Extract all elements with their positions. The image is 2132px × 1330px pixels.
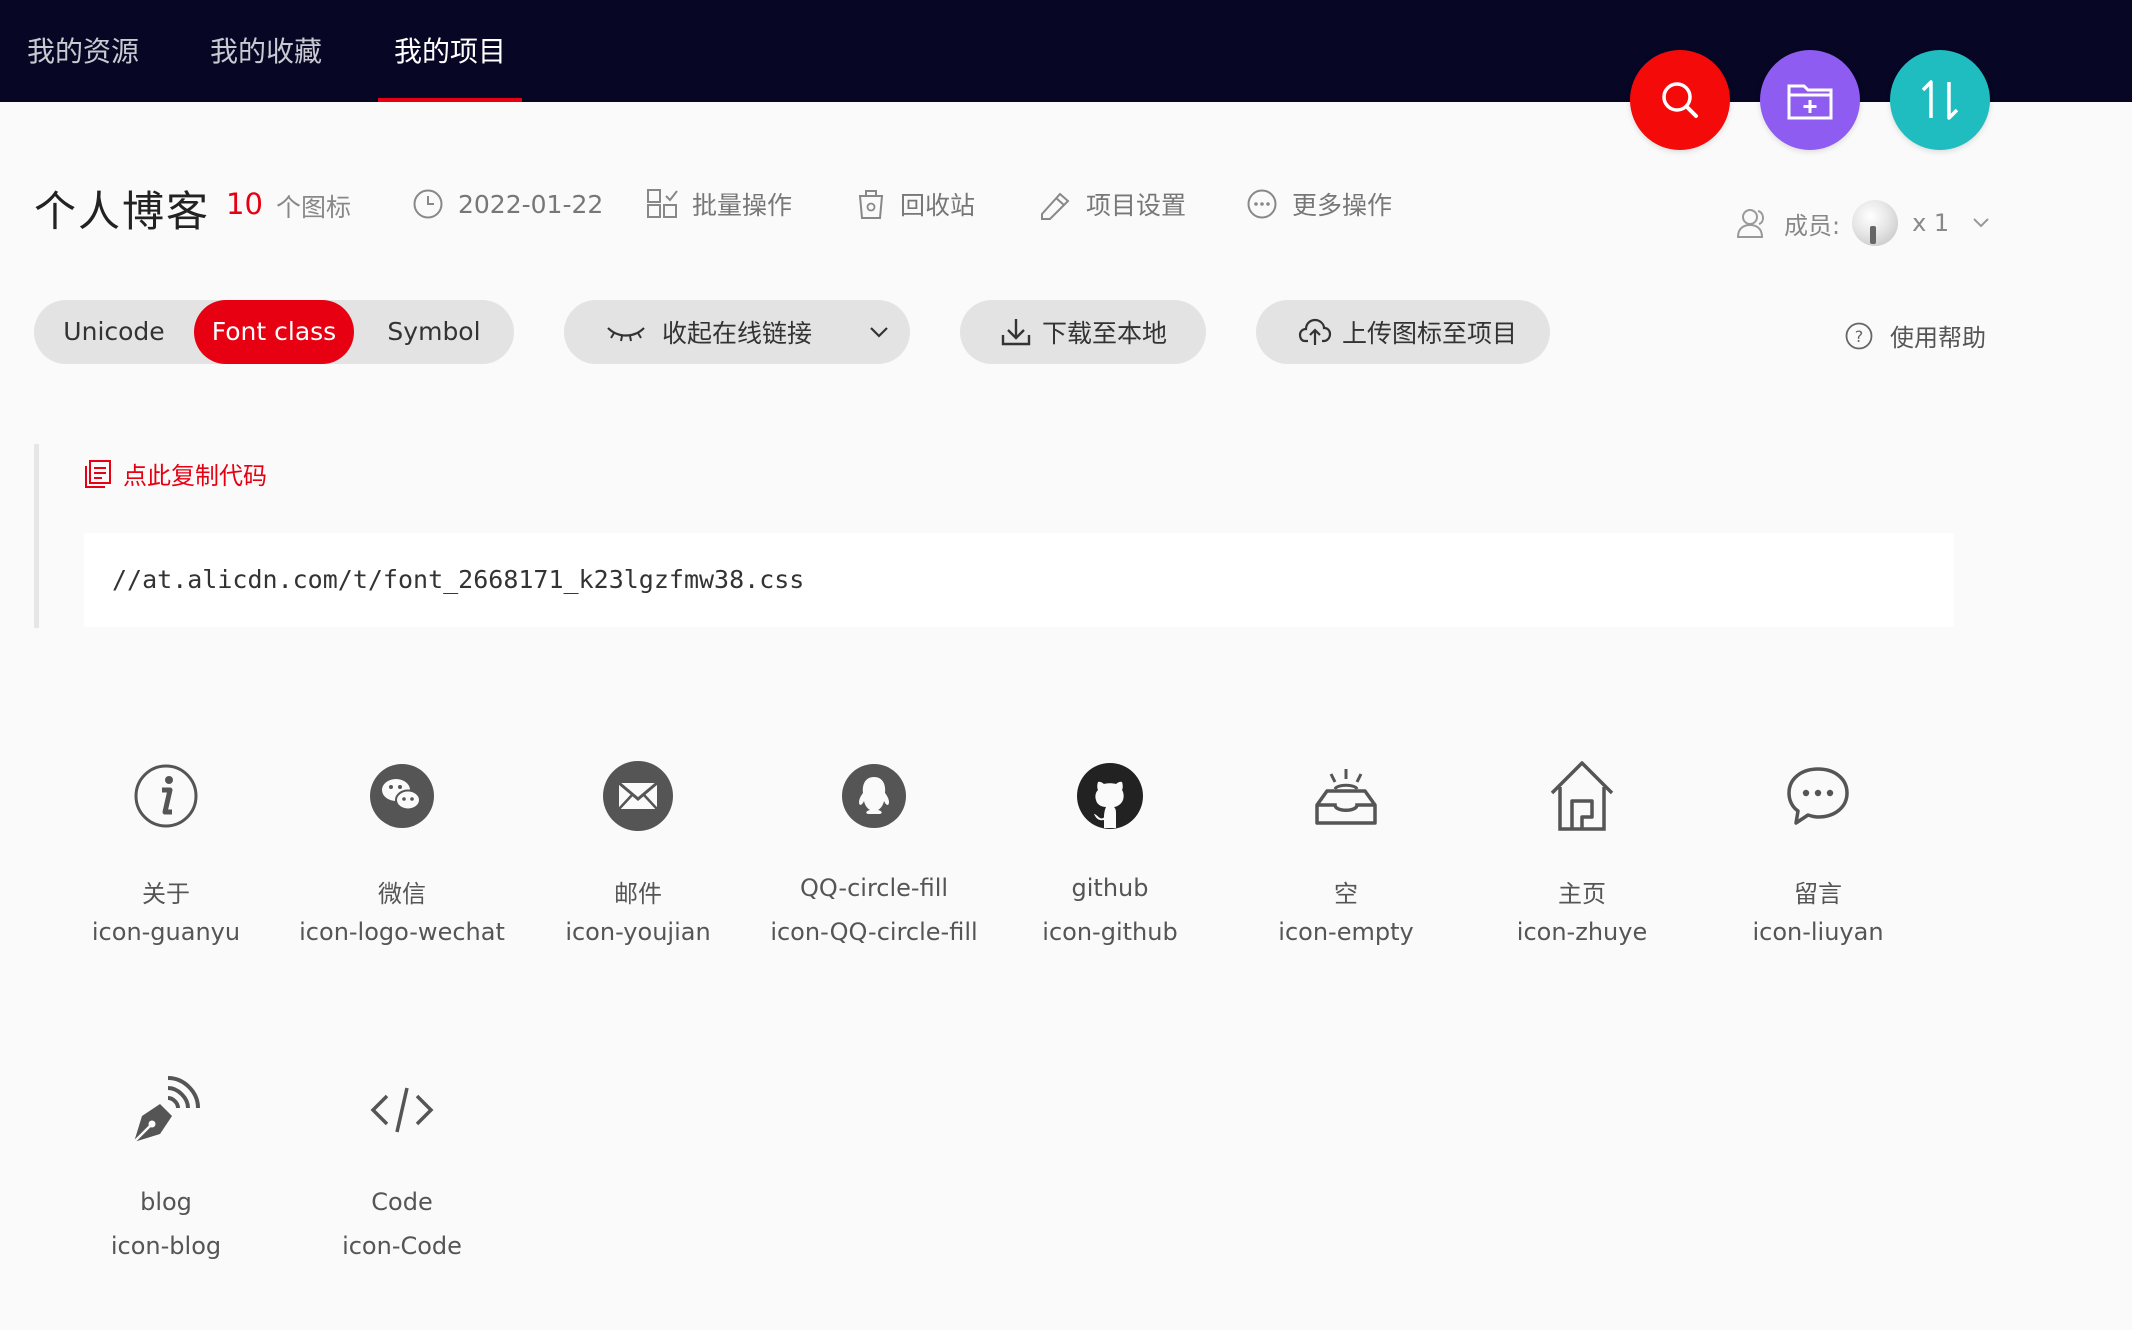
nav-tab-my-resources[interactable]: 我的资源	[27, 0, 139, 102]
icon-card-empty[interactable]: 空 icon-empty	[1228, 746, 1464, 1016]
copy-code-label: 点此复制代码	[123, 462, 267, 490]
icon-name: 邮件	[614, 880, 662, 908]
sort-icon	[1921, 80, 1959, 120]
code-icon	[370, 1087, 434, 1133]
edit-icon	[1041, 192, 1070, 220]
icon-card-youjian[interactable]: 邮件 icon-youjian	[520, 746, 756, 1016]
download-label: 下载至本地	[1042, 319, 1168, 348]
more-icon	[1247, 189, 1277, 219]
wechat-icon	[370, 764, 434, 828]
more-actions-label: 更多操作	[1292, 191, 1393, 220]
icon-class: icon-github	[1042, 918, 1178, 946]
collapse-online-link-button[interactable]: 收起在线链接	[564, 300, 910, 364]
icon-name: blog	[140, 1188, 192, 1216]
collapse-online-link-label: 收起在线链接	[662, 319, 813, 348]
icon-name: 空	[1334, 880, 1358, 908]
mode-symbol-tab[interactable]: Symbol	[354, 300, 514, 364]
search-icon	[1662, 82, 1698, 118]
nav-tab-my-favorites[interactable]: 我的收藏	[210, 0, 322, 102]
icon-card-logo-wechat[interactable]: 微信 icon-logo-wechat	[284, 746, 520, 1016]
icon-name: 关于	[142, 880, 190, 908]
icon-class: icon-blog	[110, 1232, 222, 1260]
upload-icons-button[interactable]: 上传图标至项目	[1256, 300, 1550, 364]
recycle-bin-icon	[858, 190, 884, 219]
copy-code-button[interactable]: 点此复制代码	[83, 456, 267, 491]
project-date-text: 2022-01-22	[458, 189, 604, 219]
pen-icon	[133, 1076, 200, 1143]
copy-icon	[85, 459, 111, 488]
icon-class: icon-Code	[342, 1232, 462, 1260]
format-mode-switch: Unicode Font class Symbol	[34, 300, 514, 364]
svg-text:?: ?	[1855, 327, 1864, 346]
add-project-button[interactable]	[1760, 50, 1860, 150]
sort-button[interactable]	[1890, 50, 1990, 150]
message-icon	[1787, 767, 1849, 825]
chevron-down-icon	[1973, 218, 1989, 228]
folder-add-icon	[1787, 84, 1833, 120]
help-link[interactable]: ? 使用帮助	[1844, 318, 1986, 353]
icon-class: icon-QQ-circle-fill	[770, 918, 978, 946]
help-label: 使用帮助	[1890, 324, 1986, 352]
icon-class: icon-youjian	[565, 918, 711, 946]
css-link-code[interactable]: //at.alicdn.com/t/font_2668171_k23lgzfmw…	[84, 533, 1954, 627]
batch-operation-label: 批量操作	[692, 191, 793, 220]
icon-card-github[interactable]: github icon-github	[992, 746, 1228, 1016]
icon-card-liuyan[interactable]: 留言 icon-liuyan	[1700, 746, 1936, 1016]
icon-count-label: 个图标	[276, 193, 352, 222]
icon-card-blog[interactable]: blog icon-blog	[48, 1060, 284, 1330]
project-title: 个人博客	[34, 187, 211, 236]
more-actions-button[interactable]: 更多操作	[1246, 182, 1392, 226]
icon-card-zhuye[interactable]: 主页 icon-zhuye	[1464, 746, 1700, 1016]
eye-closed-icon	[607, 327, 645, 342]
members-count: x 1	[1912, 209, 1950, 237]
batch-operation-button[interactable]: 批量操作	[646, 182, 792, 226]
search-button[interactable]	[1630, 50, 1730, 150]
grid-select-icon	[647, 189, 678, 218]
icon-class: icon-liuyan	[1752, 918, 1884, 946]
icon-class: icon-empty	[1278, 918, 1414, 946]
icon-card-guanyu[interactable]: 关于 icon-guanyu	[48, 746, 284, 1016]
chevron-down-icon	[870, 327, 888, 338]
qq-icon	[842, 764, 906, 828]
recycle-bin-button[interactable]: 回收站	[856, 182, 975, 226]
icon-name: QQ-circle-fill	[799, 874, 949, 902]
cloud-upload-icon	[1298, 318, 1332, 345]
recycle-bin-label: 回收站	[900, 191, 976, 220]
members-label: 成员:	[1784, 211, 1841, 240]
icon-name: Code	[371, 1188, 433, 1216]
download-icon	[1001, 319, 1031, 346]
mode-unicode-tab[interactable]: Unicode	[34, 300, 194, 364]
icon-class: icon-zhuye	[1516, 918, 1648, 946]
avatar	[1852, 200, 1899, 246]
help-icon: ?	[1845, 322, 1873, 349]
home-icon	[1550, 761, 1614, 831]
icon-name: github	[1071, 874, 1149, 902]
icon-name: 微信	[378, 880, 426, 908]
icon-name: 主页	[1558, 880, 1606, 908]
code-panel: 点此复制代码 //at.alicdn.com/t/font_2668171_k2…	[34, 444, 1957, 628]
project-settings-button[interactable]: 项目设置	[1038, 182, 1186, 226]
icon-count: 10	[226, 187, 263, 221]
users-icon	[1736, 209, 1764, 238]
icon-class: icon-logo-wechat	[299, 918, 505, 946]
project-settings-label: 项目设置	[1086, 191, 1187, 220]
download-button[interactable]: 下载至本地	[960, 300, 1206, 364]
upload-icons-label: 上传图标至项目	[1342, 319, 1518, 348]
icon-card-code[interactable]: Code icon-Code	[284, 1060, 520, 1330]
mode-font-class-tab[interactable]: Font class	[194, 300, 354, 364]
members-selector[interactable]: 成员: x 1	[1736, 198, 1991, 248]
icon-name: 留言	[1794, 880, 1842, 908]
github-icon	[1077, 763, 1143, 829]
nav-tab-my-projects[interactable]: 我的项目	[377, 0, 523, 102]
icon-card-qq-circle-fill[interactable]: QQ-circle-fill icon-QQ-circle-fill	[756, 746, 992, 1016]
mail-icon	[603, 761, 673, 831]
clock-icon	[413, 189, 443, 219]
empty-tray-icon	[1315, 769, 1377, 825]
icon-class: icon-guanyu	[91, 918, 241, 946]
project-date: 2022-01-22	[412, 182, 603, 226]
info-icon	[134, 764, 198, 828]
